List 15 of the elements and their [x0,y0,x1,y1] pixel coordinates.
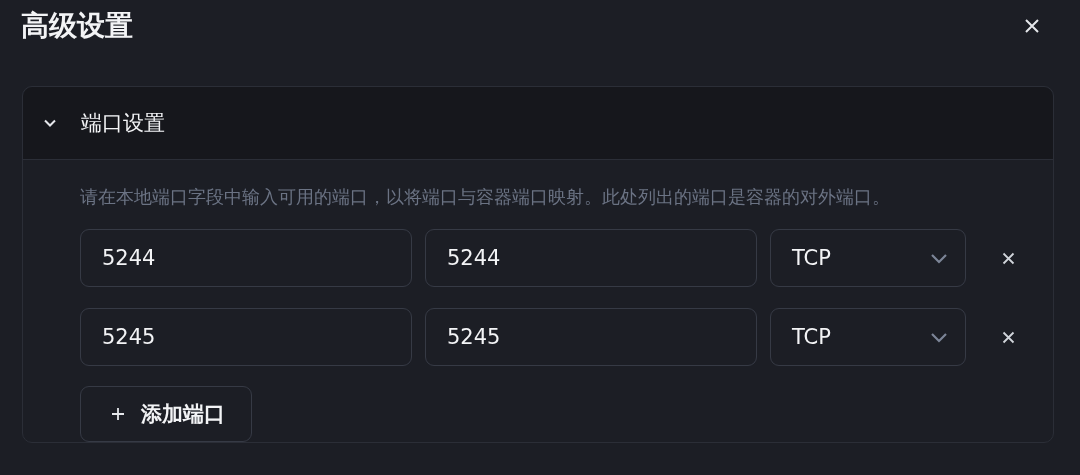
close-icon [1002,251,1015,265]
add-port-button[interactable]: 添加端口 [80,386,252,442]
plus-icon [111,407,125,421]
container-port-field[interactable]: 5245 [425,308,757,366]
description-text: 请在本地端口字段中输入可用的端口，以将端口与容器端口映射。此处列出的端口是容器的对外端口。 [80,185,891,209]
close-icon [1024,18,1040,34]
section-header[interactable]: 端口设置 [23,87,1053,160]
protocol-dropdown[interactable]: TCP [770,308,966,366]
local-port-field[interactable]: 5244 [80,229,412,287]
close-icon [1002,330,1015,344]
container-port-field[interactable]: 5244 [425,229,757,287]
dialog-title: 高级设置 [21,8,133,44]
protocol-dropdown[interactable]: TCP [770,229,966,287]
local-port-field[interactable]: 5245 [80,308,412,366]
section-title: 端口设置 [81,110,165,137]
